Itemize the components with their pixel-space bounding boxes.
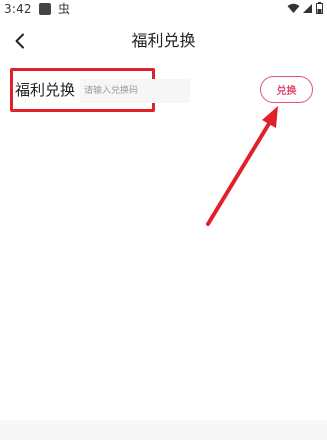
- redeem-label: 福利兑换: [15, 81, 76, 99]
- bottom-bar: [0, 420, 327, 440]
- square-notification-icon: [39, 3, 51, 15]
- page-title: 福利兑换: [131, 31, 196, 50]
- nav-bar: 福利兑换: [0, 22, 327, 60]
- status-time: 3:42: [4, 2, 32, 16]
- wifi-icon: [287, 3, 300, 13]
- app-notification-icon: 虫: [58, 2, 71, 16]
- redeem-row: 福利兑换 兑换: [10, 68, 317, 114]
- redeem-code-input[interactable]: [80, 79, 190, 103]
- status-icons: [287, 2, 323, 14]
- redeem-button[interactable]: 兑换: [260, 76, 313, 103]
- annotation-arrow: [206, 106, 278, 226]
- status-bar: 3:42 虫: [0, 0, 327, 18]
- battery-icon: [316, 2, 323, 14]
- signal-icon: [303, 3, 312, 13]
